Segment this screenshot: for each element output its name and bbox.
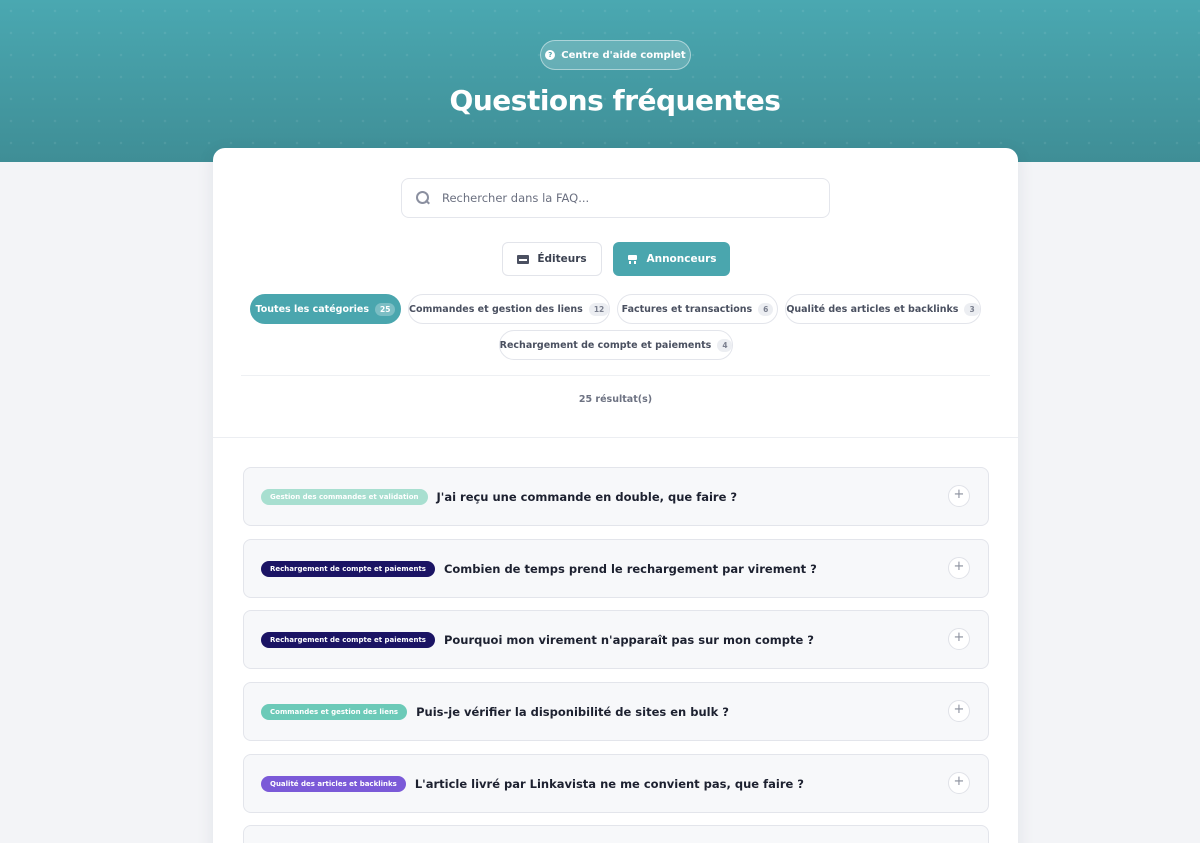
search-box[interactable] <box>401 178 830 218</box>
category-chip-all[interactable]: Toutes les catégories 25 <box>250 294 401 324</box>
role-editeurs-button[interactable]: Éditeurs <box>502 242 602 276</box>
faq-question: J'ai reçu une commande en double, que fa… <box>436 489 738 504</box>
faq-item[interactable]: Commandes et gestion des liens Puis-je v… <box>243 682 989 741</box>
store-icon <box>517 254 530 264</box>
category-chip-rechargement[interactable]: Rechargement de compte et paiements 4 <box>499 330 733 360</box>
category-chip-label: Factures et transactions <box>621 303 753 315</box>
expand-plus-icon[interactable]: + <box>948 628 970 650</box>
faq-category-tag: Commandes et gestion des liens <box>261 703 408 720</box>
help-center-badge-label: Centre d'aide complet <box>561 49 686 61</box>
faq-question: Combien de temps prend le rechargement p… <box>443 561 817 576</box>
divider <box>241 375 990 376</box>
faq-category-tag: Qualité des articles et backlinks <box>261 775 406 792</box>
faq-question: Puis-je vérifier la disponibilité de sit… <box>416 704 729 719</box>
faq-category-tag: Rechargement de compte et paiements <box>261 560 435 577</box>
role-editeurs-label: Éditeurs <box>537 253 587 265</box>
cart-icon <box>626 254 638 264</box>
faq-question: L'article livré par Linkavista ne me con… <box>414 776 804 791</box>
faq-item[interactable]: Qualité des articles et backlinks L'arti… <box>243 754 989 813</box>
category-count-badge: 6 <box>758 302 774 316</box>
results-count: 25 résultat(s) <box>578 394 653 405</box>
category-chip-label: Commandes et gestion des liens <box>409 303 583 315</box>
expand-plus-icon[interactable]: + <box>948 772 970 794</box>
faq-item[interactable]: Rechargement de compte et paiements Pour… <box>243 610 989 669</box>
faq-category-tag: Gestion des commandes et validation <box>261 488 428 505</box>
category-count-badge: 4 <box>717 338 733 352</box>
category-count-badge: 12 <box>588 302 609 316</box>
page-title: Questions fréquentes <box>449 84 781 117</box>
category-chip-factures[interactable]: Factures et transactions 6 <box>617 294 778 324</box>
category-chip-qualite[interactable]: Qualité des articles et backlinks 3 <box>785 294 981 324</box>
help-center-badge: ? Centre d'aide complet <box>540 40 691 70</box>
role-annonceurs-label: Annonceurs <box>646 253 717 265</box>
expand-plus-icon[interactable]: + <box>948 485 970 507</box>
faq-item[interactable]: Gestion des commandes et validation J'ai… <box>243 467 989 526</box>
faq-item[interactable]: Rechargement de compte et paiements Comb… <box>243 539 989 598</box>
faq-question: Pourquoi mon virement n'apparaît pas sur… <box>443 632 814 647</box>
search-icon <box>416 191 430 205</box>
category-count-badge: 3 <box>964 302 980 316</box>
category-chip-label: Toutes les catégories <box>255 303 370 315</box>
expand-plus-icon[interactable]: + <box>948 700 970 722</box>
divider <box>213 437 1018 438</box>
faq-item[interactable] <box>243 825 989 843</box>
hero-banner: ? Centre d'aide complet Questions fréque… <box>0 0 1200 162</box>
category-chip-label: Rechargement de compte et paiements <box>499 339 712 351</box>
category-count-badge: 25 <box>375 302 396 316</box>
category-chip-commandes[interactable]: Commandes et gestion des liens 12 <box>408 294 610 324</box>
search-input[interactable] <box>442 191 802 205</box>
category-chip-label: Qualité des articles et backlinks <box>786 303 959 315</box>
question-circle-icon: ? <box>545 50 556 60</box>
faq-category-tag: Rechargement de compte et paiements <box>261 631 435 648</box>
expand-plus-icon[interactable]: + <box>948 557 970 579</box>
faq-card: Éditeurs Annonceurs Toutes les catégorie… <box>213 148 1018 843</box>
role-annonceurs-button[interactable]: Annonceurs <box>613 242 730 276</box>
